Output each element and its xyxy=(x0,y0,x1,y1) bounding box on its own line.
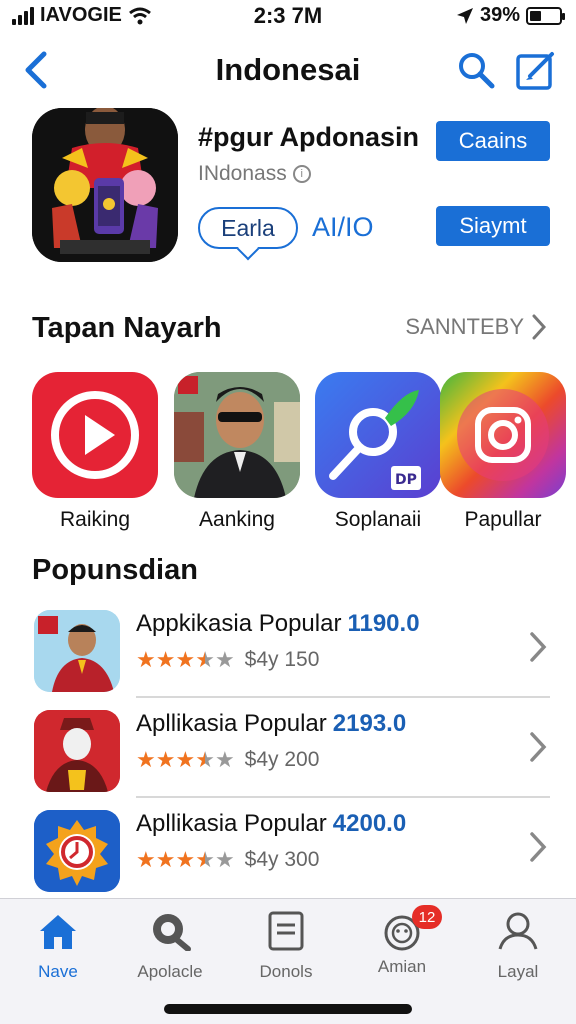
star-rating-icon: ★★★★★ xyxy=(136,846,235,872)
face-icon-wrap: 12 xyxy=(380,905,442,951)
star-rating-icon: ★★★★★ xyxy=(136,746,235,772)
app-name: #pgur Apdonasin xyxy=(198,122,419,152)
divider xyxy=(136,696,550,698)
tab-label: Amian xyxy=(377,957,427,976)
tab-layal[interactable]: Layal xyxy=(466,911,570,982)
status-right: 39% xyxy=(456,4,565,27)
list-item-price: $4y 200 xyxy=(244,748,320,771)
battery-percent: 39% xyxy=(479,4,520,26)
star-icon: ★ xyxy=(155,846,176,872)
chevron-right-icon xyxy=(532,314,546,340)
tab-apolacle[interactable]: Apolacle xyxy=(118,911,222,982)
chevron-right-icon[interactable] xyxy=(528,630,548,664)
top-section-title: Tapan Nayarh xyxy=(32,312,222,344)
list-item-score: 2193.0 xyxy=(332,710,407,737)
app-thumbnail-icon xyxy=(34,710,120,792)
battery-icon xyxy=(526,6,565,25)
star-icon: ★ xyxy=(136,746,156,772)
list-item-name: Appkikasia Popular 1190.0 xyxy=(136,610,420,638)
info-icon[interactable]: i xyxy=(292,165,311,183)
list-item-name: Apllikasia Popular 4200.0 xyxy=(136,810,406,838)
star-icon: ★ xyxy=(155,646,176,672)
star-icon: ★ xyxy=(214,846,235,872)
top-app-label: Papullar xyxy=(464,508,542,531)
document-icon xyxy=(268,911,304,951)
top-app-item[interactable]: Raiking xyxy=(32,372,158,532)
compose-icon[interactable] xyxy=(514,48,558,92)
tab-label: Apolacle xyxy=(137,962,203,981)
see-all-label: SANNTEBY xyxy=(405,314,524,339)
list-item-name: Apllikasia Popular 2193.0 xyxy=(136,710,406,738)
star-icon: ★ xyxy=(195,746,215,772)
list-item[interactable]: Apllikasia Popular 2193.0 ★★★★★ $4y 200 xyxy=(0,702,576,798)
rating: ★★★★★ $4y 300 xyxy=(136,848,319,872)
search-icon[interactable] xyxy=(456,50,496,90)
star-icon: ★ xyxy=(214,746,235,772)
rating: ★★★★★ $4y 200 xyxy=(136,748,319,772)
tab-home[interactable]: Nave xyxy=(6,911,110,982)
get-button[interactable]: Caains xyxy=(436,121,550,161)
list-item-title: Apllikasia Popular xyxy=(136,810,327,837)
top-app-label: Aanking xyxy=(199,508,275,531)
clock-badge-icon xyxy=(34,810,120,892)
developer-name: INdonass xyxy=(198,162,287,185)
tab-label: Layal xyxy=(497,962,539,981)
star-icon: ★ xyxy=(175,746,196,772)
list-item-score: 1190.0 xyxy=(347,610,420,637)
star-icon: ★ xyxy=(195,846,215,872)
top-app-item[interactable]: Papullar xyxy=(440,372,566,532)
save-button[interactable]: Siaymt xyxy=(436,206,550,246)
app-artwork-icon xyxy=(32,108,178,262)
tab-donols[interactable]: Donols xyxy=(234,911,338,982)
chevron-right-icon[interactable] xyxy=(528,830,548,864)
tab-label: Donols xyxy=(259,962,313,981)
popular-section-title: Popunsdian xyxy=(32,554,198,586)
list-item[interactable]: Apllikasia Popular 4200.0 ★★★★★ $4y 300 xyxy=(0,802,576,898)
notification-badge: 12 xyxy=(412,905,442,929)
person-icon xyxy=(498,912,538,950)
chat-bubble-button[interactable]: Earla xyxy=(198,207,298,249)
app-thumbnail-icon xyxy=(34,610,120,692)
star-icon: ★ xyxy=(214,646,235,672)
list-item[interactable]: Appkikasia Popular 1190.0 ★★★★★ $4y 150 xyxy=(0,602,576,698)
house-icon xyxy=(40,915,76,949)
home-indicator[interactable] xyxy=(164,1004,412,1014)
list-item-price: $4y 300 xyxy=(244,848,320,871)
photo-man-icon xyxy=(174,372,300,498)
top-app-label: Soplanaii xyxy=(334,508,422,531)
app-developer: INdonass i xyxy=(198,162,311,186)
star-icon: ★ xyxy=(136,646,156,672)
aio-label[interactable]: AI/IO xyxy=(312,212,374,243)
play-icon xyxy=(32,372,158,498)
list-item-price: $4y 150 xyxy=(244,648,320,671)
star-icon: ★ xyxy=(195,646,215,672)
magnifier-icon xyxy=(153,914,191,952)
tab-label: Nave xyxy=(38,962,78,981)
tab-amian[interactable]: 12 Amian xyxy=(350,905,454,977)
leaf-pin-icon: DP xyxy=(315,372,441,498)
list-item-title: Appkikasia Popular xyxy=(136,610,342,637)
star-rating-icon: ★★★★★ xyxy=(136,646,235,672)
see-all-link[interactable]: SANNTEBY xyxy=(405,314,546,340)
divider xyxy=(136,796,550,798)
status-bar: IAVOGIE 2:3 7M 39% xyxy=(0,0,576,32)
location-arrow-icon xyxy=(456,7,473,24)
star-icon: ★ xyxy=(136,846,156,872)
star-icon: ★ xyxy=(175,646,196,672)
top-app-label: Raiking xyxy=(59,508,131,531)
nav-bar: Indonesai xyxy=(0,40,576,100)
rating: ★★★★★ $4y 150 xyxy=(136,648,319,672)
app-icon[interactable] xyxy=(32,108,178,262)
list-item-score: 4200.0 xyxy=(332,810,407,837)
top-app-item[interactable]: DP Soplanaii xyxy=(315,372,441,532)
star-icon: ★ xyxy=(175,846,196,872)
instagram-icon xyxy=(440,372,566,498)
chevron-right-icon[interactable] xyxy=(528,730,548,764)
top-app-item[interactable]: Aanking xyxy=(174,372,300,532)
list-item-title: Apllikasia Popular xyxy=(136,710,327,737)
star-icon: ★ xyxy=(155,746,176,772)
tag-text: DP xyxy=(395,472,417,488)
